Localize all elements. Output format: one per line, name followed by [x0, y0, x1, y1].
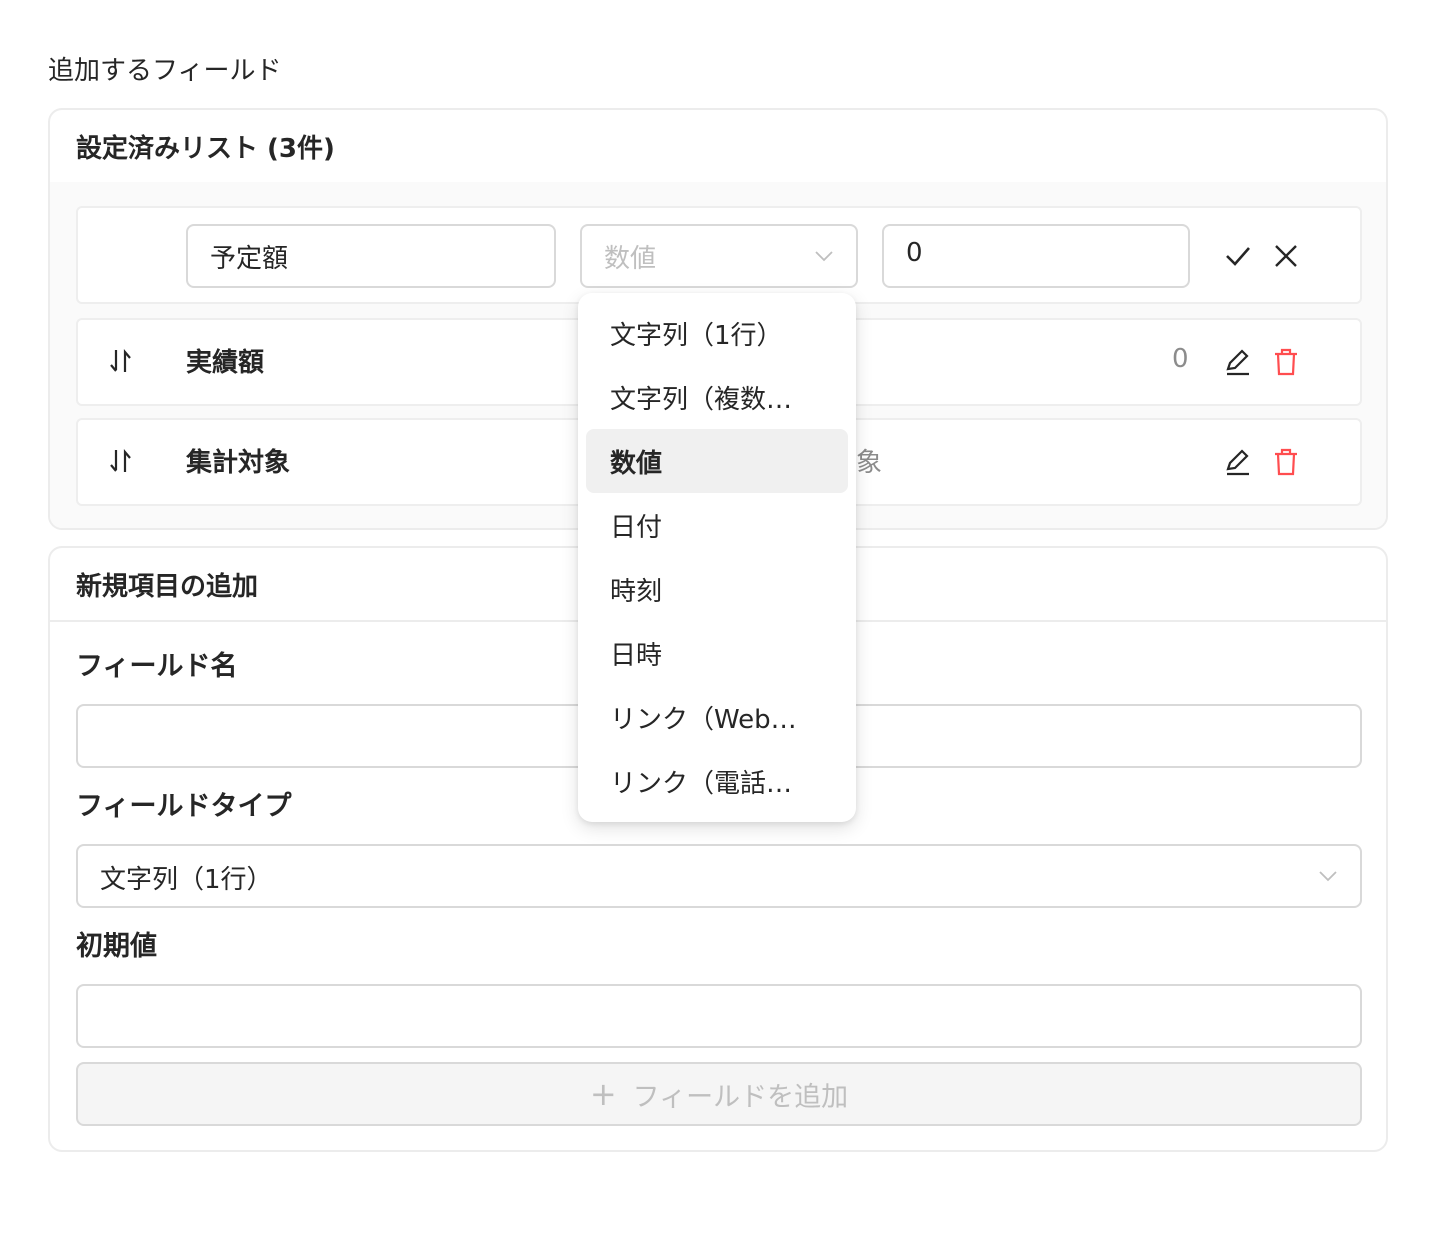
dropdown-option[interactable]: 時刻 — [586, 557, 848, 621]
add-field-button[interactable]: + フィールドを追加 — [76, 1062, 1362, 1126]
dropdown-option[interactable]: 日付 — [586, 493, 848, 557]
dropdown-option[interactable]: 文字列（複数… — [586, 365, 848, 429]
drag-handle-icon[interactable] — [108, 346, 140, 378]
edit-icon[interactable] — [1220, 444, 1256, 480]
field-type-label: フィールドタイプ — [76, 791, 292, 822]
plus-icon: + — [589, 1075, 617, 1113]
confirm-icon[interactable] — [1220, 238, 1256, 274]
chevron-down-icon — [815, 251, 833, 262]
configured-list-title: 設定済みリスト (3件) — [76, 134, 335, 164]
dropdown-option[interactable]: 日時 — [586, 621, 848, 685]
add-field-label: フィールドを追加 — [632, 1081, 849, 1113]
drag-handle-icon[interactable] — [108, 446, 140, 478]
edit-icon[interactable] — [1220, 344, 1256, 380]
delete-icon[interactable] — [1268, 344, 1304, 380]
field-type-select[interactable]: 文字列（1行） — [76, 844, 1362, 908]
edit-default-input[interactable]: 0 — [882, 224, 1190, 288]
default-value-label: 初期値 — [76, 931, 157, 962]
edit-type-select[interactable]: 数値 — [580, 224, 858, 288]
delete-icon[interactable] — [1268, 444, 1304, 480]
field-row-name: 集計対象 — [186, 448, 291, 478]
type-dropdown-menu: 文字列（1行） 文字列（複数… 数値 日付 時刻 日時 リンク（Web… リンク… — [578, 293, 856, 822]
dropdown-option[interactable]: 文字列（1行） — [586, 301, 848, 365]
dropdown-option[interactable]: リンク（Web… — [586, 685, 848, 749]
dropdown-option[interactable]: リンク（電話… — [586, 749, 848, 813]
chevron-down-icon — [1319, 871, 1337, 882]
section-title: 追加するフィールド — [48, 56, 282, 86]
field-row-default: 象 — [856, 448, 883, 478]
field-type-value: 文字列（1行） — [100, 865, 273, 895]
editing-row: 予定額 数値 0 — [76, 206, 1362, 304]
dropdown-option-selected[interactable]: 数値 — [586, 429, 848, 493]
edit-name-input[interactable]: 予定額 — [186, 224, 556, 288]
default-value-input[interactable] — [76, 984, 1362, 1048]
field-row-default: 0 — [1172, 344, 1189, 374]
field-row-name: 実績額 — [186, 348, 265, 378]
edit-type-placeholder: 数値 — [604, 244, 657, 274]
field-name-label: フィールド名 — [76, 651, 238, 682]
cancel-icon[interactable] — [1268, 238, 1304, 274]
